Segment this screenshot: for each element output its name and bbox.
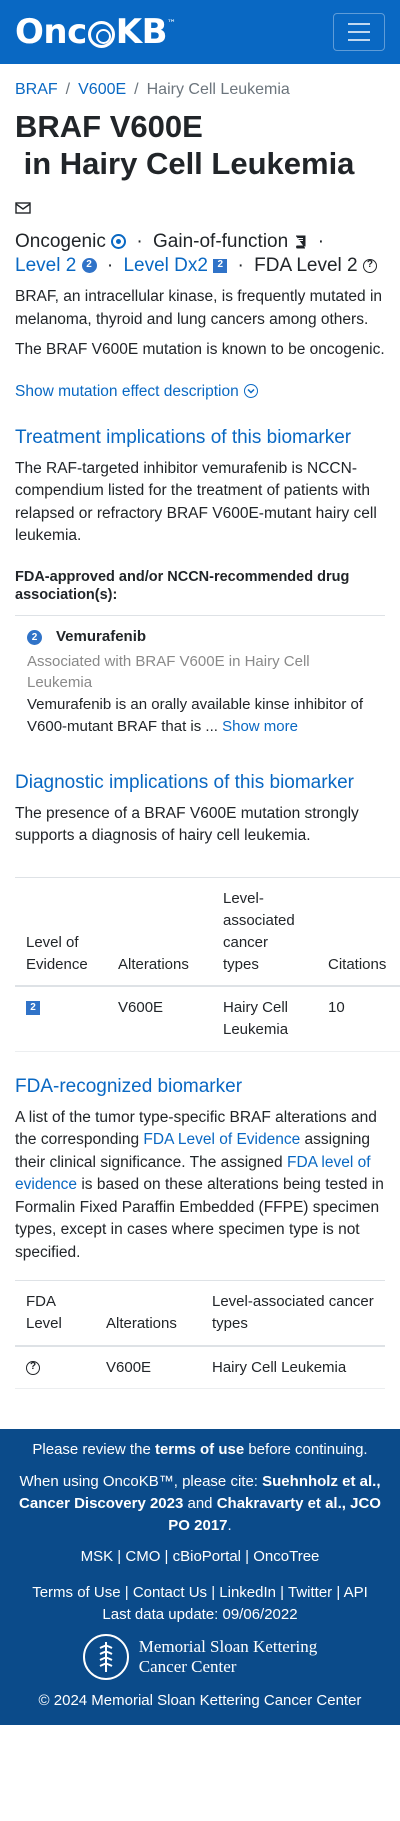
level-2-badge-icon: 2 <box>27 629 42 645</box>
mutation-effect-label: Gain-of-function <box>153 230 289 252</box>
column-header[interactable]: Level of Evidence <box>15 877 107 988</box>
navbar: Onc KB ™ <box>0 0 400 64</box>
alteration-cell: V600E <box>107 986 212 1052</box>
cancer-type-cell: Hairy Cell Leukemia <box>201 1345 385 1390</box>
diagnostic-summary: The presence of a BRAF V600E mutation st… <box>15 804 359 844</box>
terms-notice: Please review the terms of use before co… <box>32 1441 368 1459</box>
twitter-link[interactable]: Twitter <box>288 1584 332 1601</box>
linkedin-link[interactable]: LinkedIn <box>219 1584 276 1601</box>
table-row: 2 V600E Hairy Cell Leukemia 10 <box>15 986 400 1052</box>
drug-card: 2 Vemurafenib Associated with BRAF V600E… <box>15 616 385 748</box>
question-circle-icon[interactable]: ? <box>362 258 377 273</box>
last-update: Last data update: 09/06/2022 <box>102 1605 298 1623</box>
drug-name: Vemurafenib <box>56 628 147 646</box>
level-link[interactable]: Level 2 <box>15 255 76 276</box>
terms-of-use-link[interactable]: terms of use <box>155 1441 244 1458</box>
mail-icon[interactable] <box>15 186 31 223</box>
column-header[interactable]: FDA Level <box>15 1280 95 1347</box>
dx-level-2-badge-icon: 2 <box>213 258 228 273</box>
column-header[interactable]: Level-associated cancer types <box>212 877 317 988</box>
site-links: Terms of Use | Contact Us | LinkedIn | T… <box>15 1582 385 1626</box>
chevron-down-icon <box>243 384 258 399</box>
breadcrumb: BRAF / V600E / Hairy Cell Leukemia <box>15 64 385 102</box>
alteration-cell: V600E <box>95 1345 201 1390</box>
show-more-link[interactable]: Show more <box>222 718 298 735</box>
drug-association-heading: FDA-approved and/or NCCN-recommended dru… <box>15 568 385 617</box>
breadcrumb-gene-link[interactable]: BRAF <box>15 78 58 102</box>
book-icon <box>296 235 306 249</box>
diagnostic-table-wrapper[interactable]: Level of Evidence Alterations Level-asso… <box>15 863 400 1052</box>
main-content: BRAF / V600E / Hairy Cell Leukemia BRAF … <box>0 64 400 1390</box>
fda-heading: FDA-recognized biomarker <box>15 1075 243 1097</box>
breadcrumb-alteration-link[interactable]: V600E <box>78 78 126 102</box>
fda-table: FDA Level Alterations Level-associated c… <box>15 1280 385 1390</box>
diagnostic-table: Level of Evidence Alterations Level-asso… <box>15 877 400 1052</box>
msk-link[interactable]: MSK <box>81 1548 114 1565</box>
hamburger-icon <box>348 23 370 25</box>
oncogenic-label: Oncogenic <box>15 230 106 252</box>
drug-description: Vemurafenib is an orally available kinse… <box>27 696 364 735</box>
column-header[interactable]: Alterations <box>107 877 212 988</box>
external-links: MSK | CMO | cBioPortal | OncoTree <box>80 1548 320 1566</box>
fda-level-label: FDA Level 2 <box>254 254 358 276</box>
logo-target-icon <box>87 20 115 48</box>
contact-us-link[interactable]: Contact Us <box>133 1584 207 1601</box>
copyright: © 2024 Memorial Sloan Kettering Cancer C… <box>38 1691 362 1709</box>
api-link[interactable]: API <box>344 1584 368 1601</box>
treatment-heading: Treatment implications of this biomarker <box>15 426 352 448</box>
msk-logo[interactable]: Memorial Sloan Kettering Cancer Center <box>15 1633 385 1680</box>
cmo-link[interactable]: CMO <box>125 1548 160 1565</box>
diagnostic-heading: Diagnostic implications of this biomarke… <box>15 771 354 793</box>
breadcrumb-separator: / <box>65 81 71 98</box>
column-header[interactable]: Citations <box>317 877 400 988</box>
oncokb-logo[interactable]: Onc KB ™ <box>15 7 176 58</box>
drug-association: Associated with BRAF V600E in Hairy Cell… <box>27 652 310 692</box>
citation-notice: When using OncoKB™, please cite: Suehnho… <box>19 1473 381 1534</box>
column-header[interactable]: Alterations <box>95 1280 201 1347</box>
oncotree-link[interactable]: OncoTree <box>253 1548 319 1565</box>
variant-summary: The BRAF V600E mutation is known to be o… <box>15 341 385 359</box>
terms-of-use-link[interactable]: Terms of Use <box>32 1584 120 1601</box>
table-row: ? V600E Hairy Cell Leukemia <box>15 1345 385 1390</box>
citations-cell[interactable]: 10 <box>317 986 400 1052</box>
level-2-badge-icon: 2 <box>81 258 97 274</box>
fda-description: A list of the tumor type-specific BRAF a… <box>15 1108 384 1261</box>
breadcrumb-tumor-type: Hairy Cell Leukemia <box>146 81 290 98</box>
question-circle-icon[interactable]: ? <box>26 1360 40 1375</box>
cbioportal-link[interactable]: cBioPortal <box>173 1548 241 1565</box>
gene-summary: BRAF, an intracellular kinase, is freque… <box>15 288 383 328</box>
show-mutation-effect-link[interactable]: Show mutation effect description <box>15 380 385 403</box>
column-header[interactable]: Level-associated cancer types <box>201 1280 385 1347</box>
hamburger-menu-button[interactable] <box>333 13 385 51</box>
annotation-tags: Oncogenic · Gain-of-function · Level 2 2… <box>15 230 385 279</box>
breadcrumb-separator: / <box>134 81 139 98</box>
dx-level-2-badge-icon: 2 <box>26 1001 40 1016</box>
page-title: BRAF V600E in Hairy Cell Leukemia <box>15 108 385 224</box>
cancer-type-cell: Hairy Cell Leukemia <box>212 986 317 1052</box>
fda-level-of-evidence-link[interactable]: FDA Level of Evidence <box>143 1131 300 1148</box>
footer: Please review the terms of use before co… <box>0 1429 400 1726</box>
msk-logo-icon <box>82 1633 129 1680</box>
dx-level-link[interactable]: Level Dx2 <box>123 255 208 276</box>
treatment-summary: The RAF-targeted inhibitor vemurafenib i… <box>15 459 377 545</box>
oncogenic-icon <box>111 234 127 250</box>
